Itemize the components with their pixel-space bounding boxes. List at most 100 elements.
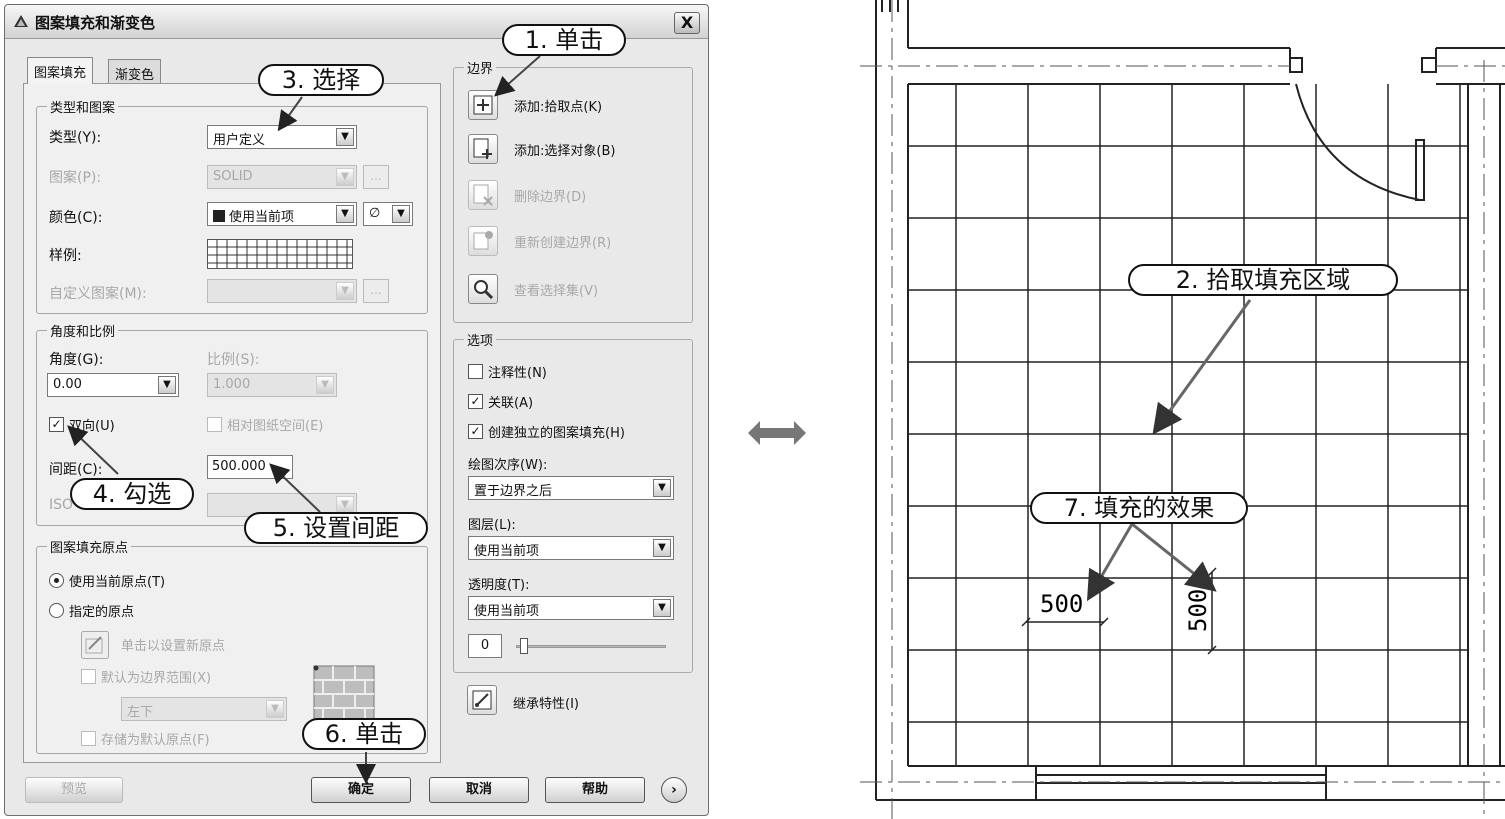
pick-point-icon	[473, 95, 493, 115]
chevron-down-icon: ▼	[266, 700, 284, 718]
inherit-properties-button[interactable]	[467, 685, 497, 715]
draw-order-select[interactable]: 置于边界之后 ▼	[468, 476, 674, 500]
recreate-boundary-label: 重新创建边界(R)	[514, 236, 612, 251]
chevron-down-icon: ▼	[336, 205, 354, 223]
chevron-down-icon: ▼	[653, 479, 671, 497]
group-title: 类型和图案	[47, 97, 119, 116]
recreate-boundary-button[interactable]	[468, 226, 498, 256]
chevron-down-icon: ▼	[336, 128, 354, 146]
help-button[interactable]: 帮助	[545, 777, 645, 803]
tab-hatch[interactable]: 图案填充	[27, 57, 94, 84]
recreate-boundary-icon	[473, 231, 493, 250]
callout-step-3: 3. 选择	[258, 64, 384, 96]
chevron-down-icon: ▼	[336, 168, 354, 186]
draw-order-label: 绘图次序(W):	[468, 458, 548, 473]
extent-value: 左下	[127, 705, 154, 720]
double-arrow-icon	[748, 421, 806, 445]
custom-pattern-label: 自定义图案(M):	[49, 286, 147, 302]
separate-hatch-checkbox[interactable]: ✓	[468, 424, 483, 439]
callout-step-5: 5. 设置间距	[244, 512, 428, 544]
double-checkbox[interactable]: ✓	[49, 417, 64, 432]
pattern-select[interactable]: SOLID ▼	[207, 165, 357, 189]
extent-select[interactable]: 左下 ▼	[121, 697, 287, 721]
double-label: 双向(U)	[69, 419, 115, 434]
type-pattern-group: 类型和图案 类型(Y): 用户定义 ▼ 图案(P): SOLID ▼ ... 颜色(…	[36, 97, 428, 314]
chevron-down-icon: ▼	[316, 376, 334, 394]
default-extent-checkbox[interactable]	[81, 669, 96, 684]
specified-origin-radio[interactable]	[49, 603, 64, 618]
spacing-input[interactable]: 500.000	[207, 455, 293, 479]
chevron-down-icon: ▼	[336, 282, 354, 300]
inherit-icon	[472, 690, 492, 710]
add-pick-point-button[interactable]	[468, 90, 498, 120]
cancel-button[interactable]: 取消	[429, 777, 529, 803]
brick-preview-icon	[313, 665, 375, 723]
pattern-value: SOLID	[213, 169, 253, 184]
options-group: 选项 注释性(N) ✓ 关联(A) ✓ 创建独立的图案填充(H) 绘图次序(W)…	[453, 330, 693, 673]
color-swatch	[213, 210, 225, 222]
preview-button[interactable]: 预览	[25, 777, 123, 803]
sample-label: 样例:	[49, 248, 82, 264]
relative-paper-label: 相对图纸空间(E)	[227, 419, 324, 434]
chevron-down-icon: ▼	[653, 539, 671, 557]
custom-browse-button[interactable]: ...	[363, 279, 389, 303]
add-select-objects-button[interactable]	[468, 134, 498, 164]
transparency-label: 透明度(T):	[468, 578, 530, 593]
callout-step-6: 6. 单击	[302, 718, 426, 750]
layer-select[interactable]: 使用当前项 ▼	[468, 536, 674, 560]
scale-select[interactable]: 1.000 ▼	[207, 373, 337, 397]
relative-paper-checkbox[interactable]	[207, 417, 222, 432]
angle-label: 角度(G):	[49, 352, 104, 368]
background-color-select[interactable]: ∅ ▼	[363, 202, 413, 226]
transparency-number-input[interactable]: 0	[468, 634, 502, 658]
tab-gradient-label: 渐变色	[115, 68, 155, 83]
chevron-down-icon: ▼	[392, 205, 410, 223]
transparency-slider-thumb[interactable]	[520, 638, 528, 654]
use-current-origin-radio[interactable]	[49, 573, 64, 588]
separate-hatch-label: 创建独立的图案填充(H)	[488, 426, 625, 441]
callout-step-4: 4. 勾选	[70, 478, 194, 510]
store-default-checkbox[interactable]	[81, 731, 96, 746]
color-select[interactable]: 使用当前项 ▼	[207, 202, 357, 226]
pattern-label: 图案(P):	[49, 170, 102, 186]
hatch-sample-preview[interactable]	[207, 239, 353, 269]
pattern-browse-button[interactable]: ...	[363, 165, 389, 189]
more-options-button[interactable]: ›	[661, 777, 687, 803]
angle-select[interactable]: 0.00 ▼	[47, 373, 179, 397]
remove-boundary-button[interactable]	[468, 180, 498, 210]
remove-boundary-label: 删除边界(D)	[514, 190, 587, 205]
associative-label: 关联(A)	[488, 396, 534, 411]
tab-gradient[interactable]: 渐变色	[108, 59, 162, 84]
ok-button[interactable]: 确定	[311, 777, 411, 803]
group-title: 图案填充原点	[47, 537, 132, 556]
type-select[interactable]: 用户定义 ▼	[207, 125, 357, 149]
annotative-checkbox[interactable]	[468, 364, 483, 379]
view-selection-button[interactable]	[468, 274, 498, 304]
app-icon	[14, 15, 28, 27]
transparency-slider[interactable]	[516, 645, 666, 648]
inherit-properties-label: 继承特性(I)	[513, 697, 579, 712]
annotative-label: 注释性(N)	[488, 366, 547, 381]
tab-hatch-label: 图案填充	[34, 66, 87, 81]
dimension-vertical: 500	[1184, 589, 1212, 632]
type-value: 用户定义	[213, 133, 266, 148]
remove-boundary-icon	[473, 184, 493, 206]
close-icon[interactable]: X	[674, 12, 700, 34]
transparency-select[interactable]: 使用当前项 ▼	[468, 596, 674, 620]
dialog-title: 图案填充和渐变色	[35, 14, 156, 32]
group-title: 角度和比例	[47, 321, 119, 340]
origin-icon[interactable]	[81, 631, 109, 659]
click-set-origin-label: 单击以设置新原点	[121, 639, 226, 654]
layer-value: 使用当前项	[474, 544, 540, 559]
magnifier-icon	[474, 280, 494, 300]
group-title: 选项	[464, 330, 497, 349]
boundary-group: 边界 添加:拾取点(K) 添加:选择对象(B) 删除边界(D) 重新创建边界(R…	[453, 58, 693, 323]
callout-step-2: 2. 拾取填充区域	[1128, 264, 1398, 296]
add-pick-point-label: 添加:拾取点(K)	[514, 100, 603, 115]
callout-step-1: 1. 单击	[502, 24, 626, 56]
custom-pattern-select[interactable]: ▼	[207, 279, 357, 303]
no-color-icon: ∅	[369, 206, 381, 221]
specified-origin-label: 指定的原点	[69, 605, 135, 620]
dimension-horizontal: 500	[1040, 590, 1083, 618]
associative-checkbox[interactable]: ✓	[468, 394, 483, 409]
